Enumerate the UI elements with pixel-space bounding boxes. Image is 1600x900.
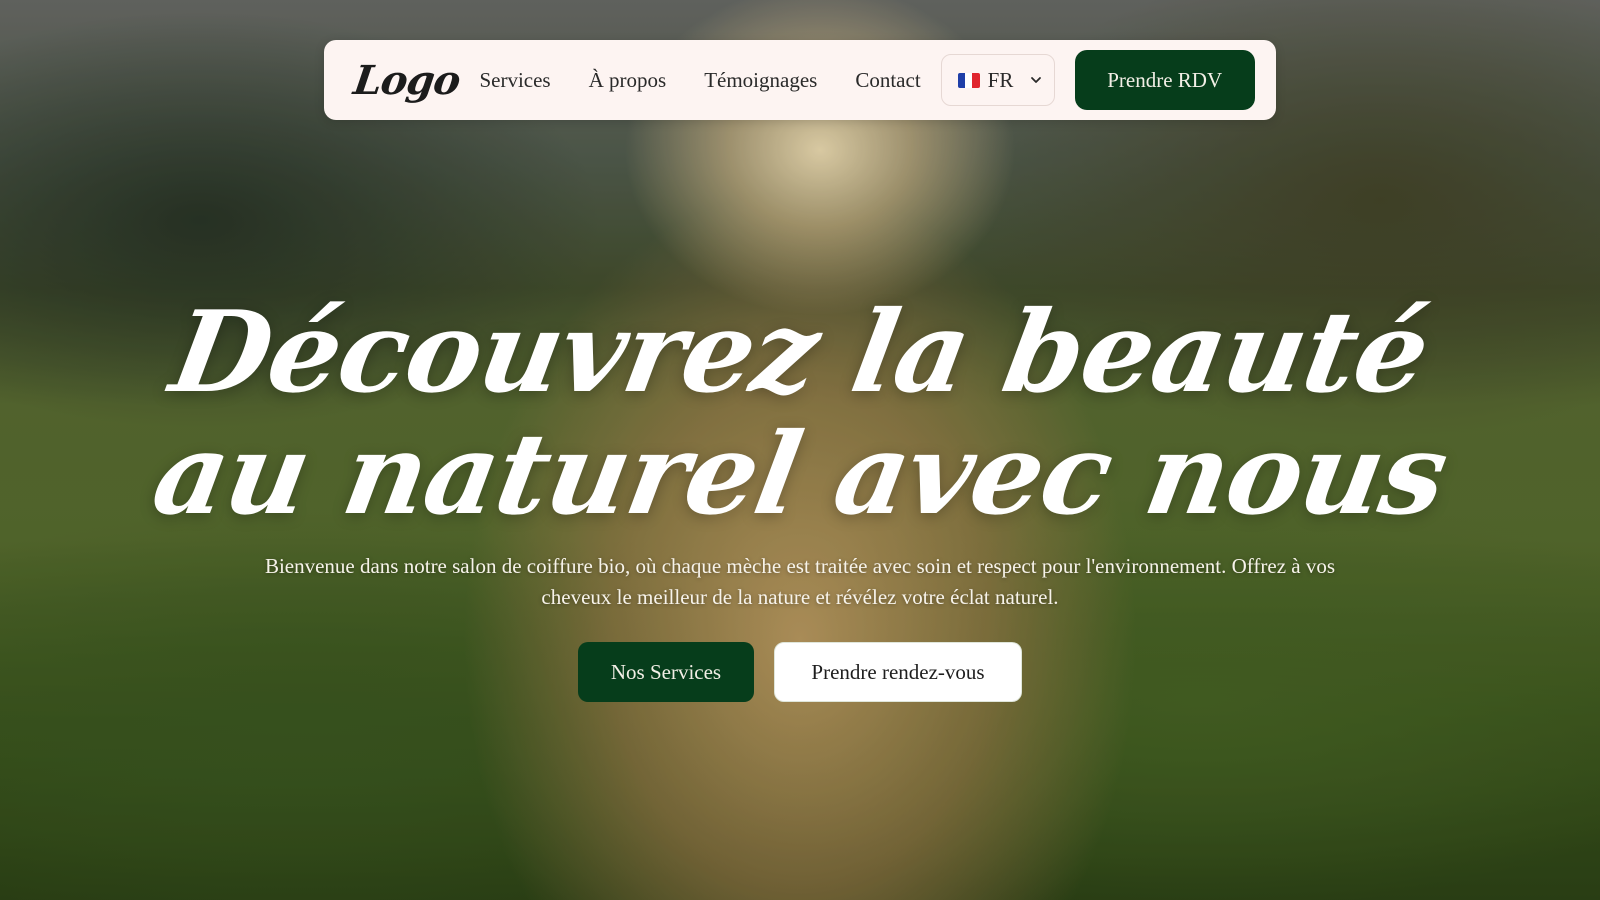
hero-title: Découvrez la beauté au naturel avec nous: [0, 287, 1600, 540]
hero-title-line-2: au naturel avec nous: [144, 409, 1456, 540]
hero-subtitle: Bienvenue dans notre salon de coiffure b…: [264, 554, 1336, 609]
hero-cta-row: Nos Services Prendre rendez-vous: [0, 642, 1600, 702]
nav-link-a-propos[interactable]: À propos: [589, 68, 667, 93]
nav-links: Services À propos Témoignages Contact: [479, 68, 940, 93]
chevron-down-icon: [1030, 77, 1041, 83]
logo[interactable]: Logo: [351, 57, 463, 104]
hero-title-line-1: Découvrez la beauté: [162, 287, 1438, 418]
our-services-button[interactable]: Nos Services: [578, 642, 754, 702]
nav-link-temoignages[interactable]: Témoignages: [704, 68, 817, 93]
france-flag-icon: [957, 72, 980, 88]
nav-link-contact[interactable]: Contact: [855, 68, 920, 93]
book-appointment-nav-button[interactable]: Prendre RDV: [1074, 50, 1255, 110]
language-label: FR: [987, 67, 1014, 92]
nav-link-services[interactable]: Services: [479, 68, 550, 93]
navbar: Logo Services À propos Témoignages Conta…: [324, 40, 1276, 120]
language-select[interactable]: FR: [940, 54, 1055, 106]
book-appointment-button[interactable]: Prendre rendez-vous: [774, 642, 1022, 702]
